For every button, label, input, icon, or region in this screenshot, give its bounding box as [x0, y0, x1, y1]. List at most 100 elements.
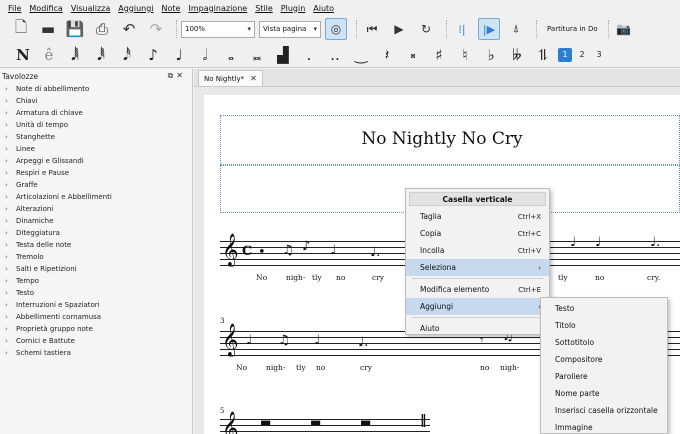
menu-aggiungi[interactable]: Aggiungi — [114, 4, 157, 13]
palette-item[interactable]: › Stanghette — [0, 131, 192, 143]
view-mode-select[interactable]: Vista pagina ▾ — [259, 20, 321, 38]
palette-item[interactable]: › Diteggiatura — [0, 227, 192, 239]
lyric[interactable]: No — [256, 273, 267, 282]
staff-system-3[interactable]: 𝄞 ▬ ▬ ▬ ‖ — [220, 411, 430, 434]
menu-item-add[interactable]: Aggiungi› — [406, 298, 549, 315]
palette-item[interactable]: › Arpeggi e Glissandi — [0, 155, 192, 167]
longa-icon[interactable]: ▟ — [272, 44, 294, 66]
palette-item[interactable]: › Testa delle note — [0, 239, 192, 251]
metronome-icon[interactable]: ⍋ — [505, 18, 527, 40]
palette-item[interactable]: › Abbellimenti cornamusa — [0, 311, 192, 323]
palette-item[interactable]: › Cornici e Battute — [0, 335, 192, 347]
submenu-item-subtitle[interactable]: Sottotitolo — [541, 334, 667, 351]
eighth-note-icon[interactable]: ♪ — [142, 44, 164, 66]
palette-item[interactable]: › Note di abbellimento — [0, 83, 192, 95]
close-icon[interactable]: ✕ — [176, 71, 186, 80]
note-head[interactable]: ♩ — [330, 243, 336, 258]
menu-stile[interactable]: Stile — [251, 4, 277, 13]
grace-note-icon[interactable]: ê — [38, 44, 60, 66]
palette-item[interactable]: › Alterazioni — [0, 203, 192, 215]
flat-icon[interactable]: ♭ — [480, 44, 502, 66]
close-tab-icon[interactable]: ✕ — [250, 74, 257, 83]
rest-icon[interactable]: 𝄽 — [376, 44, 398, 66]
note-head[interactable]: ♪ — [302, 239, 310, 254]
note-input-icon[interactable]: 𝐍 — [12, 44, 34, 66]
palette-item[interactable]: › Articolazioni e Abbellimenti — [0, 191, 192, 203]
menu-note[interactable]: Note — [158, 4, 185, 13]
augmentation-dot-icon[interactable]: . — [298, 44, 320, 66]
note-head[interactable]: ♩ — [570, 235, 576, 250]
submenu-item-composer[interactable]: Compositore — [541, 351, 667, 368]
menu-impaginazione[interactable]: Impaginazione — [184, 4, 251, 13]
loop-out-icon[interactable]: |▶ — [478, 18, 500, 40]
whole-note-icon[interactable]: 𝅝 — [220, 44, 242, 66]
submenu-item-image[interactable]: Immagine — [541, 419, 667, 434]
lyric[interactable]: no — [336, 273, 345, 282]
menu-item-select[interactable]: Seleziona › — [406, 259, 549, 276]
menu-file[interactable]: File — [4, 4, 25, 13]
menu-item-copy[interactable]: Copia Ctrl+C — [406, 225, 549, 242]
note-head[interactable]: ♩ — [314, 333, 320, 348]
score-title[interactable]: No Nightly No Cry — [204, 129, 680, 149]
menu-modifica[interactable]: Modifica — [25, 4, 66, 13]
sixteenth-note-icon[interactable]: 𝅘𝅥𝅰 — [116, 44, 138, 66]
menu-item-cut[interactable]: Taglia Ctrl+X — [406, 208, 549, 225]
thirty-second-note-icon[interactable]: 𝅘𝅥𝅱 — [90, 44, 112, 66]
lyric[interactable]: tly — [558, 273, 568, 282]
sharp-icon[interactable]: ♯ — [428, 44, 450, 66]
lyric[interactable]: cry. — [647, 273, 660, 282]
palette-item[interactable]: › Unità di tempo — [0, 119, 192, 131]
note-head[interactable]: • — [258, 245, 266, 260]
play-icon[interactable]: ▶ — [388, 18, 410, 40]
palette-item[interactable]: › Armatura di chiave — [0, 107, 192, 119]
submenu-item-lyricist[interactable]: Paroliere — [541, 368, 667, 385]
new-score-icon[interactable]: 🗋 — [10, 18, 32, 40]
tie-icon[interactable]: ‿ — [350, 44, 372, 66]
midi-input-icon[interactable]: ◎ — [325, 18, 347, 40]
loop-in-icon[interactable]: ⁞| — [451, 18, 473, 40]
voice-3-button[interactable]: 3 — [592, 48, 606, 62]
palette-item[interactable]: › Respiri e Pause — [0, 167, 192, 179]
palette-item[interactable]: › Chiavi — [0, 95, 192, 107]
double-flat-icon[interactable]: 𝄫 — [506, 44, 528, 66]
voice-2-button[interactable]: 2 — [575, 48, 589, 62]
lyric[interactable]: nigh- — [286, 273, 305, 282]
note-head[interactable]: ♩. — [650, 235, 660, 250]
rewind-icon[interactable]: ⏮ — [361, 18, 383, 40]
lyric[interactable]: cry — [372, 273, 384, 282]
lyric[interactable]: no — [595, 273, 604, 282]
palette-item[interactable]: › Interruzioni e Spaziatori — [0, 299, 192, 311]
lyric[interactable]: no — [316, 363, 325, 372]
note-head[interactable]: ♫ — [278, 333, 290, 348]
palette-item[interactable]: › Testo — [0, 287, 192, 299]
zoom-select[interactable]: 100% ▾ — [181, 20, 255, 38]
quarter-note-icon[interactable]: ♩ — [168, 44, 190, 66]
note-head[interactable]: ♩. — [358, 335, 368, 350]
lyric[interactable]: cry — [360, 363, 372, 372]
palette-item[interactable]: › Graffe — [0, 179, 192, 191]
note-head[interactable]: ♩ — [246, 333, 252, 348]
print-icon[interactable]: ⎙ — [91, 18, 113, 40]
sixty-fourth-note-icon[interactable]: 𝅘𝅥𝅲 — [64, 44, 86, 66]
lyric[interactable]: tly — [312, 273, 322, 282]
save-icon[interactable]: 💾 — [64, 18, 86, 40]
palette-item[interactable]: › Schemi tastiera — [0, 347, 192, 359]
palette-item[interactable]: › Salti e Ripetizioni — [0, 263, 192, 275]
submenu-item-title[interactable]: Titolo — [541, 317, 667, 334]
double-sharp-icon[interactable]: 𝄪 — [402, 44, 424, 66]
loop-icon[interactable]: ↻ — [415, 18, 437, 40]
tab-score[interactable]: No Nightly* ✕ — [198, 70, 263, 86]
lyric[interactable]: nigh- — [500, 363, 519, 372]
palette-item[interactable]: › Linee — [0, 143, 192, 155]
double-dot-icon[interactable]: .. — [324, 44, 346, 66]
submenu-item-part-name[interactable]: Nome parte — [541, 385, 667, 402]
flip-direction-icon[interactable]: ⥮ — [532, 44, 554, 66]
concert-pitch-button[interactable]: Partitura in Do — [547, 25, 598, 33]
lyric[interactable]: no — [480, 363, 489, 372]
menu-item-edit-element[interactable]: Modifica elemento Ctrl+E — [406, 281, 549, 298]
palette-item[interactable]: › Proprietà gruppo note — [0, 323, 192, 335]
palette-item[interactable]: › Dinamiche — [0, 215, 192, 227]
open-folder-icon[interactable]: ▬ — [37, 18, 59, 40]
menu-item-help[interactable]: Aiuto — [406, 320, 549, 337]
lyric[interactable]: nigh- — [266, 363, 285, 372]
